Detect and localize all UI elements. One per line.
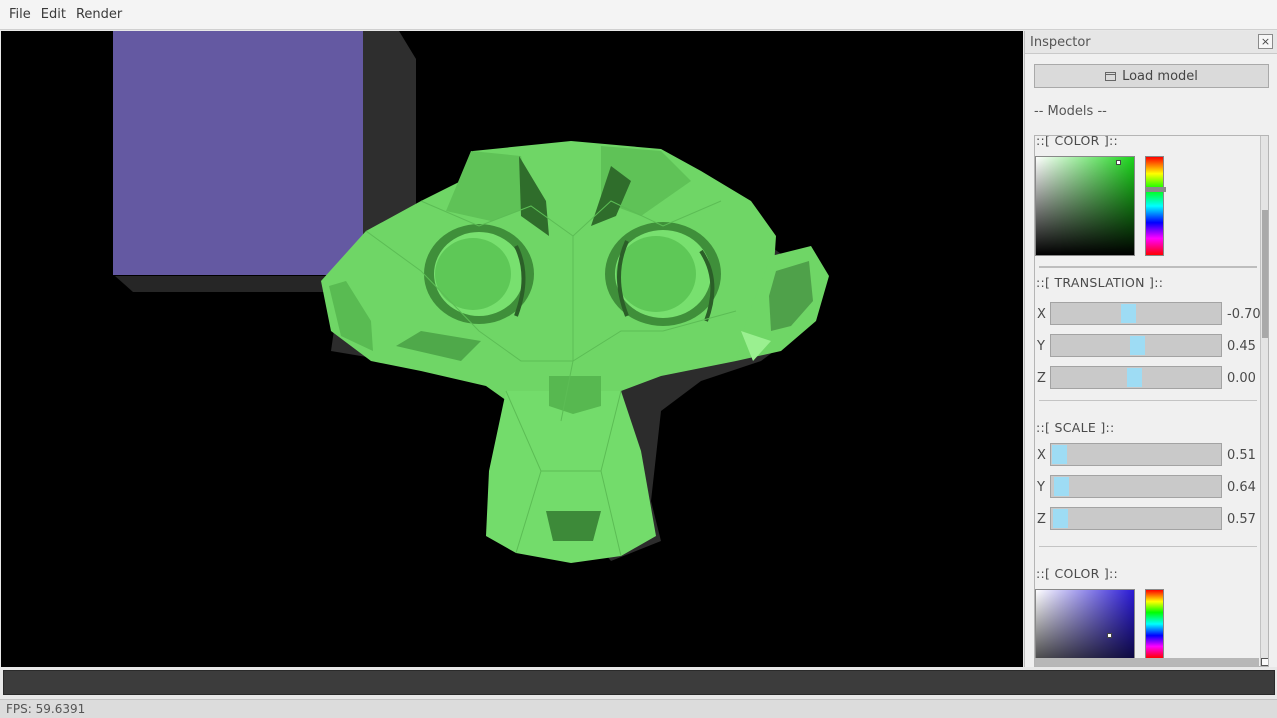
divider: [1039, 546, 1257, 547]
scale-x-slider[interactable]: [1050, 443, 1222, 466]
horizontal-scrollbar[interactable]: [1035, 658, 1259, 666]
scale-x-value: 0.51: [1227, 448, 1256, 463]
status-bar: FPS: 59.6391: [0, 699, 1277, 718]
hue-slider-2[interactable]: [1145, 589, 1164, 659]
menu-render[interactable]: Render: [71, 7, 127, 22]
menu-file[interactable]: File: [4, 7, 36, 22]
translation-y-label: Y: [1037, 339, 1045, 354]
vertical-scrollbar[interactable]: [1260, 136, 1268, 666]
translation-x-slider[interactable]: [1050, 302, 1222, 325]
fps-readout: FPS: 59.6391: [6, 702, 86, 716]
models-heading: -- Models --: [1034, 104, 1107, 119]
load-model-label: Load model: [1122, 68, 1198, 84]
translation-z-label: Z: [1037, 371, 1046, 386]
close-icon[interactable]: ×: [1258, 34, 1273, 49]
menu-edit[interactable]: Edit: [36, 7, 71, 22]
translation-x-value: -0.70: [1227, 307, 1261, 322]
scale-x-label: X: [1037, 448, 1046, 463]
translation-y-slider[interactable]: [1050, 334, 1222, 357]
models-scroll-area[interactable]: ::[ COLOR ]:: ::[ TRANSLATION ]:: X -0.7…: [1034, 135, 1269, 667]
color-picker-saturation[interactable]: [1035, 156, 1135, 256]
translation-section-title: ::[ TRANSLATION ]::: [1036, 275, 1164, 290]
load-model-button[interactable]: Load model: [1034, 64, 1269, 88]
scale-z-value: 0.57: [1227, 512, 1256, 527]
color-picker-marker-2[interactable]: [1107, 633, 1112, 638]
hue-slider[interactable]: [1145, 156, 1166, 256]
translation-z-value: 0.00: [1227, 371, 1256, 386]
scale-z-label: Z: [1037, 512, 1046, 527]
color-section-title-2: ::[ COLOR ]::: [1036, 566, 1119, 581]
translation-y-value: 0.45: [1227, 339, 1256, 354]
hue-slider-handle[interactable]: [1145, 187, 1166, 192]
scale-section-title: ::[ SCALE ]::: [1036, 420, 1115, 435]
slider-thumb[interactable]: [1054, 477, 1069, 496]
divider: [1039, 266, 1257, 268]
divider: [1039, 400, 1257, 401]
scale-y-value: 0.64: [1227, 480, 1256, 495]
slider-thumb[interactable]: [1121, 304, 1136, 323]
console-bar[interactable]: [3, 670, 1275, 695]
resize-corner[interactable]: [1261, 658, 1268, 666]
vertical-scrollbar-thumb[interactable]: [1262, 210, 1268, 338]
scale-y-slider[interactable]: [1050, 475, 1222, 498]
color-picker-saturation-2[interactable]: [1035, 589, 1135, 666]
slider-thumb[interactable]: [1053, 509, 1068, 528]
scale-z-slider[interactable]: [1050, 507, 1222, 530]
translation-z-slider[interactable]: [1050, 366, 1222, 389]
menu-bar: File Edit Render: [0, 0, 1277, 30]
slider-thumb[interactable]: [1127, 368, 1142, 387]
color-section-title: ::[ COLOR ]::: [1036, 135, 1119, 148]
translation-x-label: X: [1037, 307, 1046, 322]
color-picker-marker[interactable]: [1116, 160, 1121, 165]
folder-icon: [1105, 71, 1117, 81]
render-viewport[interactable]: [1, 31, 1023, 667]
scale-y-label: Y: [1037, 480, 1045, 495]
slider-thumb[interactable]: [1052, 445, 1067, 464]
inspector-panel: Inspector × Load model -- Models -- ::[ …: [1024, 31, 1277, 667]
inspector-title-bar: Inspector ×: [1025, 31, 1277, 54]
scene-render: [113, 31, 829, 563]
inspector-title: Inspector: [1030, 35, 1091, 50]
slider-thumb[interactable]: [1130, 336, 1145, 355]
